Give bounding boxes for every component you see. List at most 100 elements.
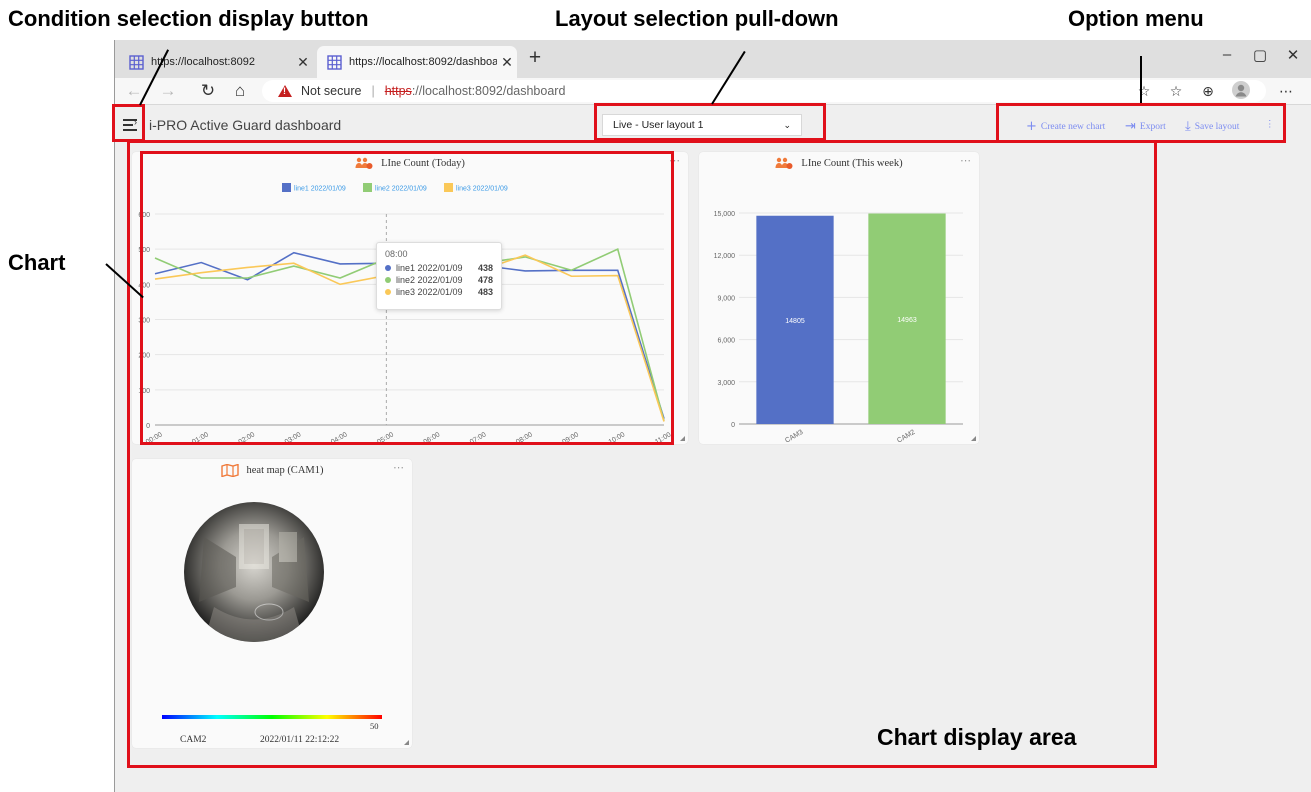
home-button[interactable]: ⌂ <box>229 81 251 101</box>
line-count-week-card: LIne Count (This week) ⋯ 14805 14963 0 3,0… <box>699 152 979 444</box>
profile-avatar[interactable] <box>1230 81 1252 101</box>
browser-window: https://localhost:8092 ✕ https://localho… <box>114 40 1311 792</box>
export-button[interactable]: ⇥ Export <box>1125 119 1166 134</box>
y-tick-label: 200 <box>138 353 150 360</box>
bar-value-label: 14805 <box>785 318 805 325</box>
card-title-text: heat map (CAM1) <box>246 465 324 476</box>
tab-dashboard[interactable]: https://localhost:8092/dashboard ✕ <box>317 46 517 78</box>
x-tick-label: 09:00 <box>561 431 580 444</box>
bar-chart: 14805 14963 0 3,000 6,000 9,000 12,000 15,000 C… <box>714 211 963 444</box>
address-scheme: https <box>384 84 412 98</box>
app-title: i-PRO Active Guard dashboard <box>149 117 342 133</box>
address-bar[interactable]: Not secure | https ://localhost:8092/das… <box>262 80 1266 102</box>
x-tick-label: 11:00 <box>654 431 672 444</box>
x-tick-label: 05:00 <box>376 431 395 444</box>
fisheye-camera-image <box>184 502 324 642</box>
tooltip-series: line3 2022/01/09 <box>396 287 463 297</box>
heat-scale-max: 50 <box>370 721 379 731</box>
x-tick-label: 10:00 <box>608 431 627 444</box>
tab-localhost[interactable]: https://localhost:8092 ✕ <box>119 46 313 78</box>
legend-swatch <box>444 183 453 192</box>
callout-condition-button: Condition selection display button <box>8 6 369 31</box>
layout-select[interactable]: Live - User layout 1 ⌄ <box>602 114 802 136</box>
layout-select-value: Live - User layout 1 <box>613 119 704 131</box>
warning-icon <box>278 85 292 97</box>
y-tick-label: 3,000 <box>717 380 735 387</box>
grid-icon <box>327 54 342 70</box>
heatmap-camera: CAM2 <box>180 735 207 745</box>
y-tick-label: 600 <box>138 212 150 219</box>
security-label: Not secure <box>301 84 362 98</box>
map-icon <box>220 464 239 477</box>
card-title: heat map (CAM1) <box>132 464 412 477</box>
new-tab-button[interactable]: + <box>525 46 545 70</box>
x-tick-label: 03:00 <box>284 431 303 444</box>
favorite-add-icon[interactable]: ☆ <box>1133 81 1155 101</box>
tab-label: https://localhost:8092/dashboard <box>349 56 497 68</box>
legend-label: line1 2022/01/09 <box>294 186 346 193</box>
tab-strip: https://localhost:8092 ✕ https://localho… <box>115 40 1311 78</box>
y-tick-label: 300 <box>138 318 150 325</box>
tooltip-row: line3 2022/01/09 483 <box>385 287 493 297</box>
y-tick-label: 9,000 <box>717 295 735 302</box>
tooltip-value: 438 <box>477 263 493 273</box>
chevron-down-icon: ⌄ <box>783 119 791 130</box>
resize-handle[interactable] <box>404 740 409 745</box>
heatmap-card: heat map (CAM1) ⋯ 50 CAM2 2022/01/11 22:… <box>132 459 412 748</box>
address-url: ://localhost:8092/dashboard <box>411 84 566 98</box>
tooltip-value: 483 <box>477 287 493 297</box>
collections-icon[interactable]: ⊕ <box>1197 81 1219 101</box>
x-tick-label: 07:00 <box>469 431 488 444</box>
chart-tooltip: 08:00 line1 2022/01/09 438 line2 2022/01… <box>376 242 502 310</box>
line-count-today-card: LIne Count (Today) ⋯ line1 2022/01/09 lin… <box>132 152 688 444</box>
x-tick-label: CAM2 <box>896 429 916 444</box>
forward-button[interactable]: → <box>157 81 179 101</box>
close-window-button[interactable]: ✕ <box>1278 46 1308 64</box>
x-tick-label: CAM3 <box>784 429 804 444</box>
close-icon[interactable]: ✕ <box>497 54 517 71</box>
x-tick-label: 06:00 <box>423 431 442 444</box>
condition-menu-button[interactable]: › <box>121 115 141 135</box>
callout-layout-pulldown: Layout selection pull-down <box>555 6 839 31</box>
legend-label: line3 2022/01/09 <box>456 186 508 193</box>
callout-option-menu: Option menu <box>1068 6 1204 31</box>
y-tick-label: 6,000 <box>717 338 735 345</box>
chevron-right-icon: › <box>134 117 137 127</box>
minimize-button[interactable]: – <box>1212 46 1242 63</box>
more-options-button[interactable]: ⋮ <box>1265 119 1275 130</box>
save-layout-button[interactable]: ⤓ Save layout <box>1185 119 1239 134</box>
x-tick-label: 02:00 <box>237 431 256 444</box>
export-icon: ⇥ <box>1125 119 1136 134</box>
resize-handle[interactable] <box>680 436 685 441</box>
app-header: › i-PRO Active Guard dashboard Live - Us… <box>115 106 1311 146</box>
bar-value-label: 14963 <box>897 317 917 324</box>
heat-color-scale <box>162 715 382 719</box>
export-label: Export <box>1139 121 1166 132</box>
resize-handle[interactable] <box>971 436 976 441</box>
reload-button[interactable]: ↻ <box>197 81 219 101</box>
y-tick-label: 12,000 <box>714 253 736 260</box>
tooltip-row: line1 2022/01/09 438 <box>385 263 493 273</box>
x-tick-label: 01:00 <box>191 431 210 444</box>
x-tick-label: 04:00 <box>330 431 349 444</box>
card-menu-icon[interactable]: ⋯ <box>393 461 404 474</box>
maximize-button[interactable]: ▢ <box>1245 46 1275 64</box>
y-tick-label: 0 <box>731 422 735 429</box>
favorites-icon[interactable]: ☆ <box>1165 81 1187 101</box>
download-icon: ⤓ <box>1185 119 1191 134</box>
create-chart-button[interactable]: + Create new chart <box>1026 119 1105 134</box>
tab-label: https://localhost:8092 <box>151 56 255 68</box>
y-tick-label: 400 <box>138 282 150 289</box>
y-tick-label: 15,000 <box>714 211 736 218</box>
settings-menu-icon[interactable]: ⋯ <box>1275 81 1297 101</box>
tooltip-series: line2 2022/01/09 <box>396 275 463 285</box>
close-icon[interactable]: ✕ <box>293 54 313 71</box>
tooltip-value: 478 <box>477 275 493 285</box>
tooltip-row: line2 2022/01/09 478 <box>385 275 493 285</box>
plus-icon: + <box>1026 119 1037 134</box>
y-tick-label: 500 <box>138 247 150 254</box>
create-chart-label: Create new chart <box>1040 121 1106 132</box>
address-separator: | <box>371 84 375 98</box>
grid-icon <box>129 54 144 70</box>
legend-swatch <box>363 183 372 192</box>
